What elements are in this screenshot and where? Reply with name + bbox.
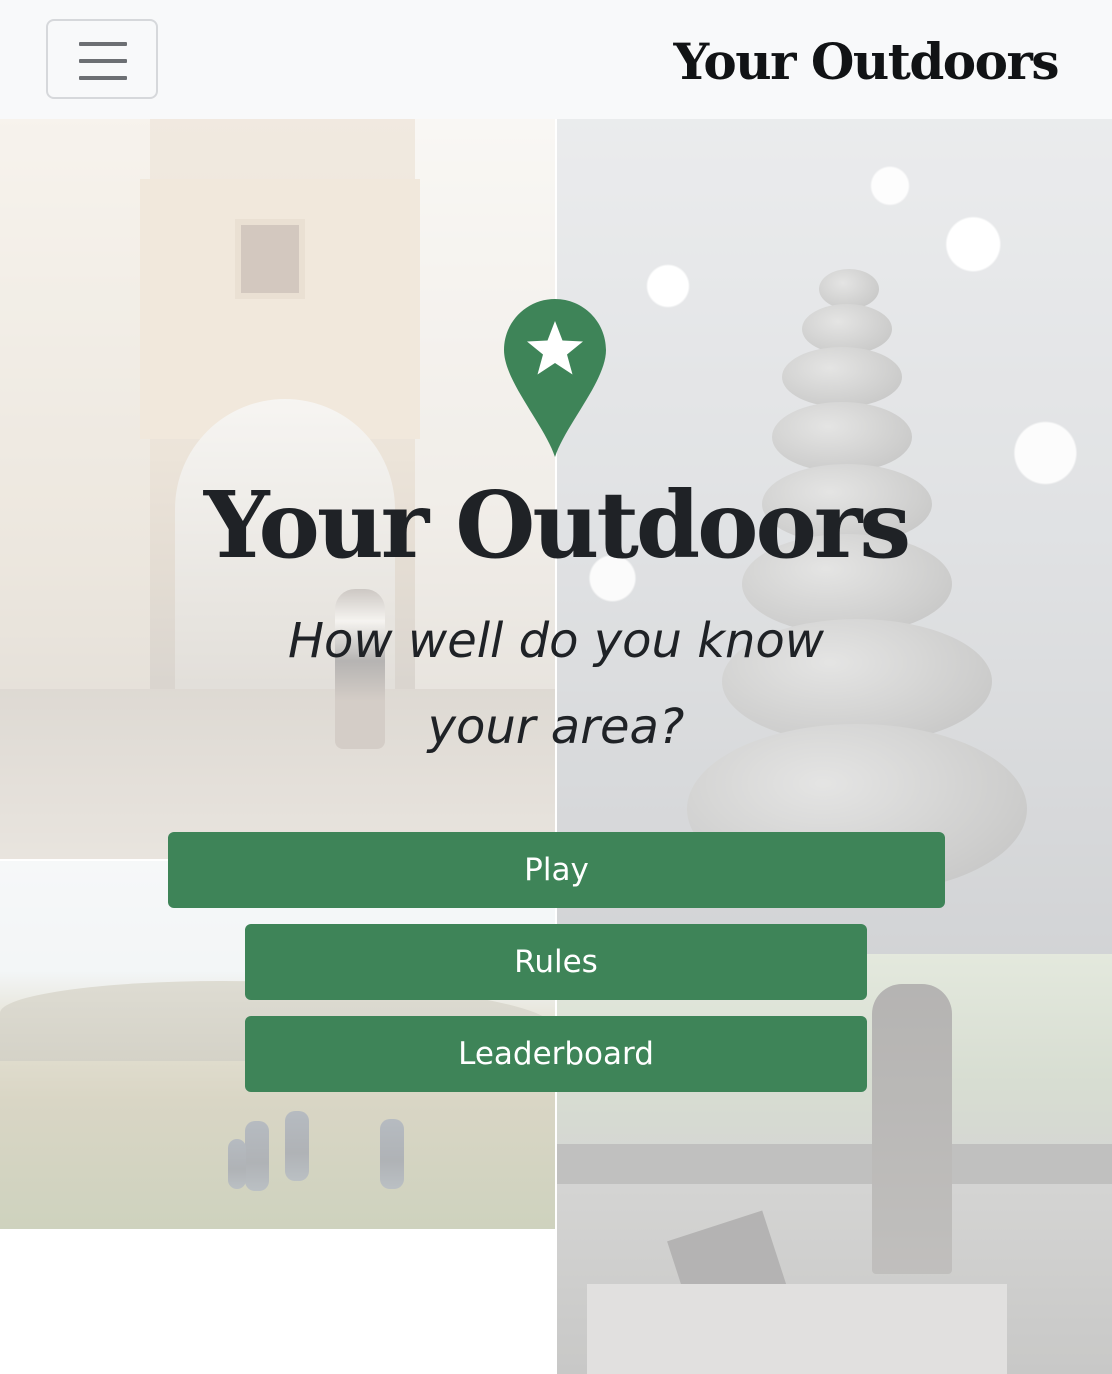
hero-tagline: How well do you know your area?	[287, 613, 825, 755]
navbar-brand[interactable]: Your Outdoors	[674, 30, 1060, 94]
leaderboard-button[interactable]: Leaderboard	[245, 1016, 867, 1092]
map-pin-star-icon	[504, 299, 606, 457]
rules-button[interactable]: Rules	[245, 924, 867, 1000]
menu-toggle-button[interactable]	[46, 19, 158, 99]
navbar: Your Outdoors	[0, 0, 1112, 119]
hero-section: Your Outdoors How well do you know your …	[0, 0, 1112, 1374]
play-button[interactable]: Play	[168, 832, 945, 908]
hamburger-menu-icon	[79, 42, 127, 80]
hero-title: Your Outdoors	[203, 471, 911, 579]
